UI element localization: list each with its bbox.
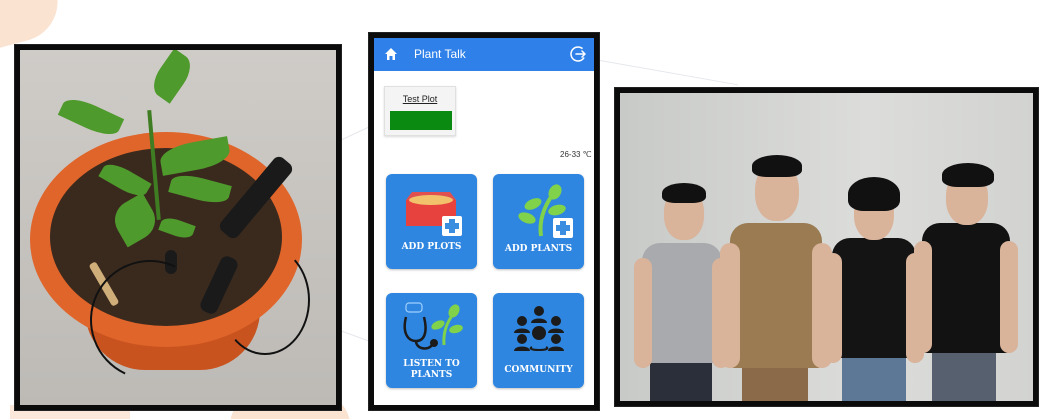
app-screenshot: Plant Talk Test Plot 26-33 ℃ ADD PLOTS A… — [369, 33, 599, 410]
listen-to-plants-button[interactable]: LISTEN TO PLANTS — [386, 293, 477, 388]
sensor-cable — [220, 245, 310, 355]
plant-sensor-photo — [15, 45, 341, 410]
stethoscope-plant-icon — [403, 302, 463, 350]
community-button[interactable]: COMMUNITY — [493, 293, 584, 388]
add-plants-label: ADD PLANTS — [504, 244, 573, 254]
add-plots-button[interactable]: ADD PLOTS — [386, 174, 477, 269]
plot-status-indicator — [390, 111, 452, 130]
plot-name-link[interactable]: Test Plot — [385, 94, 455, 104]
home-icon[interactable] — [384, 47, 398, 61]
background-line — [599, 60, 738, 86]
add-plants-button[interactable]: ADD PLANTS — [493, 174, 584, 269]
add-plots-label: ADD PLOTS — [401, 242, 462, 252]
team-photo — [615, 88, 1038, 406]
plot-box-plus-icon — [406, 192, 462, 236]
logout-icon[interactable] — [569, 45, 587, 63]
community-label: COMMUNITY — [504, 365, 573, 375]
background-accent-top — [0, 0, 67, 49]
app-header: Plant Talk — [374, 38, 594, 71]
people-group-icon — [514, 306, 564, 351]
listen-to-plants-label: LISTEN TO PLANTS — [403, 359, 460, 380]
app-title: Plant Talk — [414, 47, 466, 61]
plot-card[interactable]: Test Plot — [384, 86, 456, 136]
temperature-readout: 26-33 ℃ — [560, 150, 592, 159]
plant-plus-icon — [518, 184, 573, 238]
